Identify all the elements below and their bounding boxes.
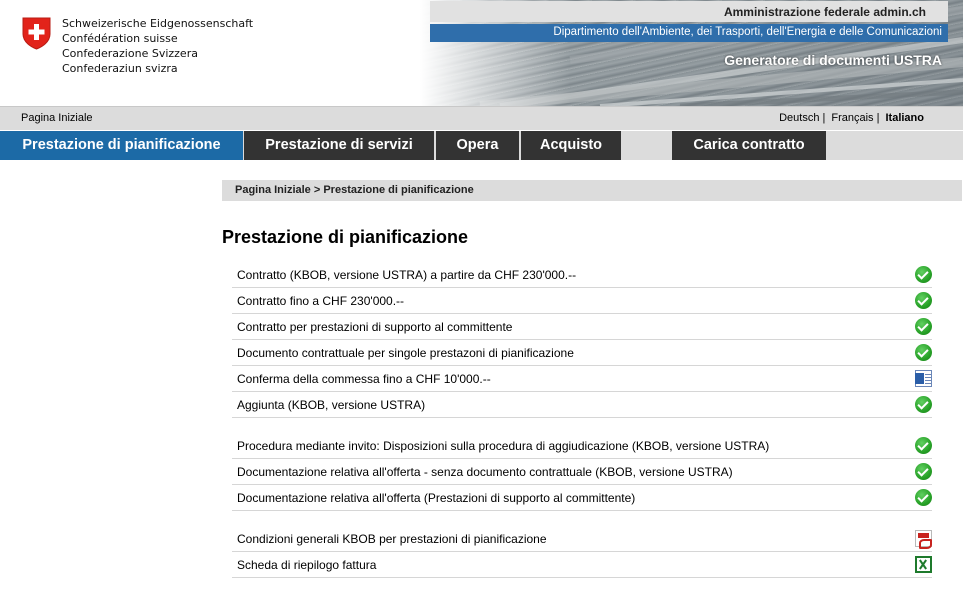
check-icon [915,396,932,413]
list-item[interactable]: Scheda di riepilogo fattura [232,552,932,578]
tab-acquisto[interactable]: Acquisto [521,131,621,160]
tab-prestazione-di-servizi[interactable]: Prestazione di servizi [244,131,434,160]
language-separator: | [822,112,826,124]
tab-carica-contratto[interactable]: Carica contratto [672,131,826,160]
check-icon [915,292,932,309]
document-group-general: Condizioni generali KBOB per prestazioni… [232,526,932,578]
document-label[interactable]: Documento contrattuale per singole prest… [237,346,574,360]
confederation-names: Schweizerische Eidgenossenschaft Confédé… [62,16,253,76]
department-bar: Dipartimento dell'Ambiente, dei Trasport… [430,24,948,42]
tab-prestazione-di-pianificazione[interactable]: Prestazione di pianificazione [0,131,243,160]
home-link[interactable]: Pagina Iniziale [21,112,93,124]
language-fr[interactable]: Français [831,112,873,124]
tab-opera[interactable]: Opera [436,131,519,160]
check-icon [915,437,932,454]
confederation-name-it: Confederazione Svizzera [62,47,198,60]
document-group-contracts: Contratto (KBOB, versione USTRA) a parti… [232,262,932,418]
document-label[interactable]: Condizioni generali KBOB per prestazioni… [237,532,547,546]
document-label[interactable]: Contratto (KBOB, versione USTRA) a parti… [237,268,576,282]
language-it[interactable]: Italiano [885,112,924,124]
list-item[interactable]: Condizioni generali KBOB per prestazioni… [232,526,932,552]
service-bar: Pagina Iniziale Deutsch | Français | Itali… [0,106,963,130]
document-label[interactable]: Documentazione relativa all'offerta (Pre… [237,491,635,505]
admin-link[interactable]: Amministrazione federale admin.ch [724,5,926,19]
document-label[interactable]: Procedura mediante invito: Disposizioni … [237,439,769,453]
department-name[interactable]: Dipartimento dell'Ambiente, dei Trasport… [553,26,942,38]
document-label[interactable]: Aggiunta (KBOB, versione USTRA) [237,398,425,412]
confederation-name-de: Schweizerische Eidgenossenschaft [62,17,254,30]
list-item[interactable]: Contratto per prestazioni di supporto al… [232,314,932,340]
check-icon [915,344,932,361]
confederation-name-fr: Confédération suisse [62,32,178,45]
document-label[interactable]: Conferma della commessa fino a CHF 10'00… [237,372,491,386]
list-item[interactable]: Contratto (KBOB, versione USTRA) a parti… [232,262,932,288]
list-item[interactable]: Contratto fino a CHF 230'000.-- [232,288,932,314]
excel-document-icon[interactable] [915,556,932,573]
language-separator: | [876,112,880,124]
check-icon [915,463,932,480]
page-title: Prestazione di pianificazione [222,227,469,247]
document-label[interactable]: Contratto per prestazioni di supporto al… [237,320,512,334]
site-header: Schweizerische Eidgenossenschaft Confédé… [0,0,963,106]
confederation-name-rm: Confederaziun svizra [62,62,178,75]
page: Schweizerische Eidgenossenschaft Confédé… [0,0,963,600]
list-item[interactable]: Conferma della commessa fino a CHF 10'00… [232,366,932,392]
language-switcher: Deutsch | Français | Italiano [776,112,924,124]
list-item[interactable]: Documentazione relativa all'offerta (Pre… [232,485,932,511]
document-label[interactable]: Scheda di riepilogo fattura [237,558,376,572]
list-item[interactable]: Procedura mediante invito: Disposizioni … [232,433,932,459]
list-item[interactable]: Aggiunta (KBOB, versione USTRA) [232,392,932,418]
language-de[interactable]: Deutsch [779,112,819,124]
document-label[interactable]: Documentazione relativa all'offerta - se… [237,465,733,479]
admin-bar: Amministrazione federale admin.ch [430,1,948,22]
check-icon [915,318,932,335]
check-icon [915,266,932,283]
app-title: Generatore di documenti USTRA [724,52,942,68]
document-group-procedure: Procedura mediante invito: Disposizioni … [232,433,932,511]
pdf-document-icon[interactable] [915,530,932,549]
logo-area[interactable]: Schweizerische Eidgenossenschaft Confédé… [0,0,430,106]
document-label[interactable]: Contratto fino a CHF 230'000.-- [237,294,404,308]
list-item[interactable]: Documentazione relativa all'offerta - se… [232,459,932,485]
word-document-icon[interactable] [915,370,932,387]
check-icon [915,489,932,506]
list-item[interactable]: Documento contrattuale per singole prest… [232,340,932,366]
main-navigation: Prestazione di pianificazione Prestazion… [0,131,963,160]
swiss-shield-icon [22,17,51,50]
breadcrumb[interactable]: Pagina Iniziale > Prestazione di pianifi… [222,180,962,201]
